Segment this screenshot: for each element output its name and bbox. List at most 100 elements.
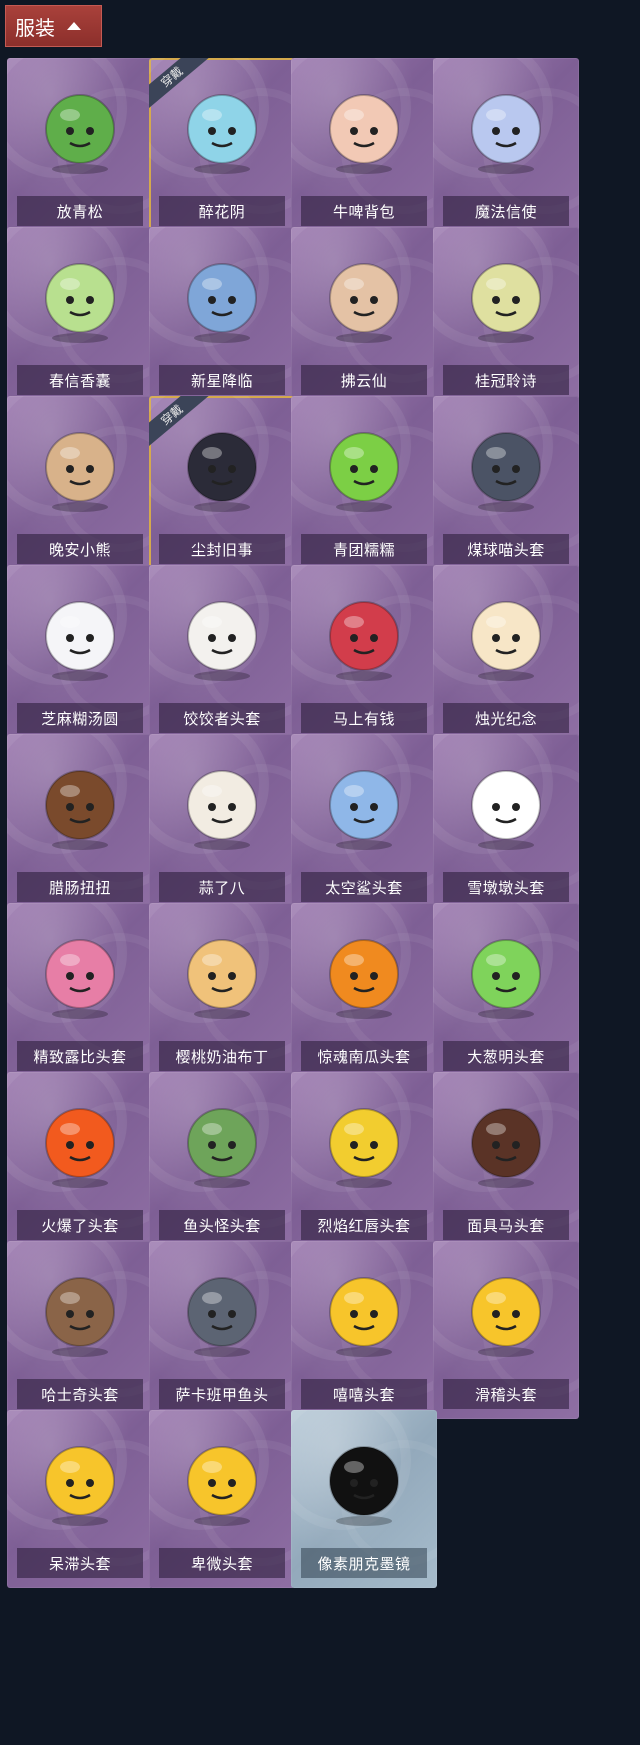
pumpkin-icon: [291, 913, 437, 1031]
outfit-name: 火爆了头套: [17, 1210, 143, 1240]
outfit-card[interactable]: 马上有钱: [291, 565, 437, 743]
outfit-name: 大葱明头套: [443, 1041, 569, 1071]
outfit-card[interactable]: 鱼头怪头套: [149, 1072, 295, 1250]
outfit-name: 太空鲨头套: [301, 872, 427, 902]
green-mochi-icon: [291, 406, 437, 524]
snowman-icon: [433, 744, 579, 862]
outfit-name: 饺饺者头套: [159, 703, 285, 733]
sachet-icon: [7, 237, 153, 355]
outfit-card[interactable]: 醉花阴 穿戴: [149, 58, 295, 236]
outfit-name: 春信香囊: [17, 365, 143, 395]
outfit-name: 滑稽头套: [443, 1379, 569, 1409]
outfit-name: 马上有钱: [301, 703, 427, 733]
outfit-name: 萨卡班甲鱼头: [159, 1379, 285, 1409]
outfit-name: 惊魂南瓜头套: [301, 1041, 427, 1071]
dazed-emoji-icon: [7, 1420, 153, 1538]
fish-head-icon: [149, 1082, 295, 1200]
outfit-name: 哈士奇头套: [17, 1379, 143, 1409]
teddy-bear-icon: [7, 406, 153, 524]
horse-mask-icon: [433, 1082, 579, 1200]
outfit-card[interactable]: 桂冠聆诗: [433, 227, 579, 405]
chevron-up-icon: [67, 22, 81, 30]
outfit-card[interactable]: 太空鲨头套: [291, 734, 437, 912]
outfit-card[interactable]: 烛光纪念: [433, 565, 579, 743]
outfit-card[interactable]: 青团糯糯: [291, 396, 437, 574]
smirk-emoji-icon: [433, 1251, 579, 1369]
outfit-card[interactable]: 火爆了头套: [7, 1072, 153, 1250]
shark-icon: [291, 744, 437, 862]
outfit-card[interactable]: 像素朋克墨镜: [291, 1410, 437, 1588]
outfit-card[interactable]: 放青松: [7, 58, 153, 236]
outfit-card[interactable]: 面具马头套: [433, 1072, 579, 1250]
outfit-name: 樱桃奶油布丁: [159, 1041, 285, 1071]
outfit-name: 精致露比头套: [17, 1041, 143, 1071]
grin-emoji-icon: [291, 1251, 437, 1369]
outfit-name: 像素朋克墨镜: [301, 1548, 427, 1578]
outfit-name: 嘻嘻头套: [301, 1379, 427, 1409]
outfit-name: 面具马头套: [443, 1210, 569, 1240]
outfit-name: 放青松: [17, 196, 143, 226]
doll-charm-icon: [149, 237, 295, 355]
outfit-name: 桂冠聆诗: [443, 365, 569, 395]
fairy-charm-icon: [291, 237, 437, 355]
husky-icon: [7, 1251, 153, 1369]
fireball-icon: [7, 1082, 153, 1200]
yellow-mask-icon: [291, 1082, 437, 1200]
outfit-card[interactable]: 芝麻糊汤圆: [7, 565, 153, 743]
outfit-toggle-label: 服装: [15, 15, 55, 40]
outfit-card[interactable]: 尘封旧事 穿戴: [149, 396, 295, 574]
outfit-card[interactable]: 惊魂南瓜头套: [291, 903, 437, 1081]
outfit-name: 新星降临: [159, 365, 285, 395]
pixel-sunglasses-icon: [291, 1420, 437, 1538]
garlic-icon: [149, 744, 295, 862]
outfit-name: 腊肠扭扭: [17, 872, 143, 902]
outfit-card[interactable]: 饺饺者头套: [149, 565, 295, 743]
outfit-card[interactable]: 拂云仙: [291, 227, 437, 405]
outfit-name: 晚安小熊: [17, 534, 143, 564]
outfit-card[interactable]: 滑稽头套: [433, 1241, 579, 1419]
outfit-card[interactable]: 煤球喵头套: [433, 396, 579, 574]
outfit-card[interactable]: 春信香囊: [7, 227, 153, 405]
outfit-name: 魔法信使: [443, 196, 569, 226]
outfit-name: 呆滞头套: [17, 1548, 143, 1578]
outfit-card[interactable]: 烈焰红唇头套: [291, 1072, 437, 1250]
outfit-card[interactable]: 蒜了八: [149, 734, 295, 912]
shy-emoji-icon: [149, 1420, 295, 1538]
outfit-name: 雪墩墩头套: [443, 872, 569, 902]
outfit-card[interactable]: 樱桃奶油布丁: [149, 903, 295, 1081]
outfit-name: 煤球喵头套: [443, 534, 569, 564]
outfit-card[interactable]: 晚安小熊: [7, 396, 153, 574]
black-cat-icon: [433, 406, 579, 524]
outfit-name: 青团糯糯: [301, 534, 427, 564]
outfit-card[interactable]: 嘻嘻头套: [291, 1241, 437, 1419]
outfit-name: 卑微头套: [159, 1548, 285, 1578]
pudding-icon: [149, 913, 295, 1031]
outfit-card[interactable]: 卑微头套: [149, 1410, 295, 1588]
outfit-card[interactable]: 魔法信使: [433, 58, 579, 236]
outfit-name: 拂云仙: [301, 365, 427, 395]
outfit-name: 尘封旧事: [159, 534, 285, 564]
red-horse-icon: [291, 575, 437, 693]
outfit-toggle-button[interactable]: 服装: [5, 5, 102, 47]
outfit-card[interactable]: 牛啤背包: [291, 58, 437, 236]
outfit-name: 烛光纪念: [443, 703, 569, 733]
outfit-card[interactable]: 哈士奇头套: [7, 1241, 153, 1419]
outfit-name: 牛啤背包: [301, 196, 427, 226]
sacabambaspis-icon: [149, 1251, 295, 1369]
dumpling-icon: [7, 575, 153, 693]
elephant-icon: [433, 68, 579, 186]
outfit-card[interactable]: 呆滞头套: [7, 1410, 153, 1588]
laurel-charm-icon: [433, 237, 579, 355]
outfit-card[interactable]: 大葱明头套: [433, 903, 579, 1081]
outfit-card[interactable]: 新星降临: [149, 227, 295, 405]
dachshund-icon: [7, 744, 153, 862]
outfit-card[interactable]: 雪墩墩头套: [433, 734, 579, 912]
cloud-dumpling-icon: [149, 575, 295, 693]
outfit-name: 蒜了八: [159, 872, 285, 902]
cow-barrel-icon: [291, 68, 437, 186]
outfit-card[interactable]: 腊肠扭扭: [7, 734, 153, 912]
outfit-card[interactable]: 萨卡班甲鱼头: [149, 1241, 295, 1419]
outfit-name: 芝麻糊汤圆: [17, 703, 143, 733]
outfit-card[interactable]: 精致露比头套: [7, 903, 153, 1081]
bonsai-tree-icon: [7, 68, 153, 186]
